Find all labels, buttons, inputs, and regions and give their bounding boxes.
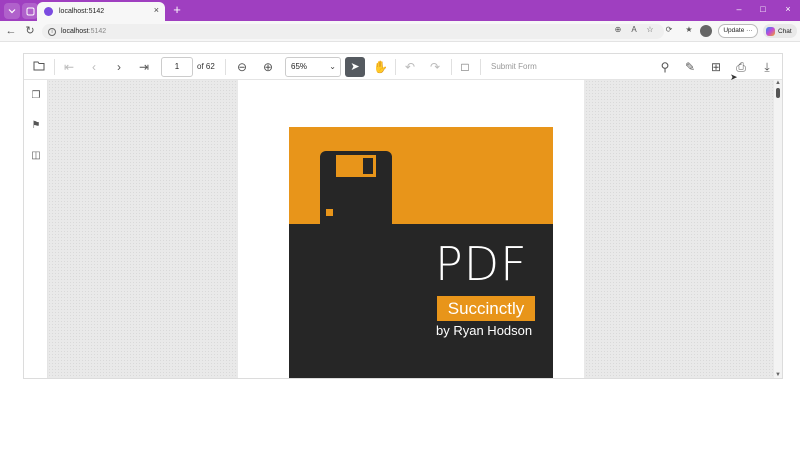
pdf-page: PDF Succinctly by Ryan Hodson bbox=[238, 80, 584, 378]
tab-title: localhost:5142 bbox=[59, 8, 105, 15]
pdf-toolbar: ⇤ ‹ › ⇥ 1 of 62 ⊖ ⊕ 65% ⌄ ➤ ✋ ↶ ↷ □ Subm… bbox=[24, 54, 782, 80]
address-bar[interactable]: i localhost:5142 bbox=[42, 24, 664, 39]
bookmarks-icon[interactable]: ⚑ bbox=[30, 120, 42, 132]
search-icon[interactable]: ⚲ bbox=[658, 60, 672, 74]
site-favicon-icon bbox=[44, 7, 53, 16]
submit-form-button[interactable]: Submit Form bbox=[491, 62, 537, 71]
scroll-up-icon[interactable]: ▲ bbox=[774, 80, 782, 86]
zoom-indicator-icon[interactable]: ⊕ bbox=[613, 25, 623, 35]
address-host: localhost bbox=[61, 28, 89, 35]
tab-actions-button[interactable] bbox=[4, 3, 20, 19]
book-cover: PDF Succinctly by Ryan Hodson bbox=[289, 127, 553, 378]
select-tool-icon[interactable]: ➤ bbox=[345, 57, 365, 77]
update-more-icon: ··· bbox=[746, 27, 753, 34]
read-aloud-icon[interactable]: A bbox=[629, 25, 639, 35]
copilot-icon bbox=[766, 26, 775, 36]
chevron-down-icon bbox=[8, 9, 16, 14]
pan-tool-icon[interactable]: ✋ bbox=[373, 60, 388, 74]
chat-label: Chat bbox=[778, 27, 792, 35]
previous-page-icon[interactable]: ‹ bbox=[87, 60, 101, 74]
cover-series-badge: Succinctly bbox=[437, 296, 535, 321]
pdf-viewer: ⇤ ‹ › ⇥ 1 of 62 ⊖ ⊕ 65% ⌄ ➤ ✋ ↶ ↷ □ Subm… bbox=[23, 53, 783, 379]
scroll-thumb[interactable] bbox=[776, 88, 780, 98]
redo-icon[interactable]: ↷ bbox=[428, 60, 442, 74]
favorite-star-icon[interactable]: ☆ bbox=[645, 25, 655, 35]
workspaces-button[interactable] bbox=[22, 3, 38, 19]
first-page-icon[interactable]: ⇤ bbox=[62, 60, 76, 74]
window-close-button[interactable]: × bbox=[782, 4, 794, 14]
vertical-scrollbar[interactable]: ▲ ▼ bbox=[774, 80, 782, 378]
toolbar-separator bbox=[480, 59, 481, 75]
floppy-disk-icon bbox=[320, 151, 392, 224]
site-info-icon[interactable]: i bbox=[48, 27, 56, 36]
zoom-value: 65% bbox=[291, 62, 308, 71]
tab-close-icon[interactable]: × bbox=[154, 5, 159, 15]
zoom-out-icon[interactable]: ⊖ bbox=[235, 60, 249, 74]
last-page-icon[interactable]: ⇥ bbox=[137, 60, 151, 74]
comment-icon[interactable]: □ bbox=[458, 60, 472, 74]
copilot-chat-button[interactable]: Chat bbox=[763, 24, 797, 38]
browser-tab-active[interactable]: localhost:5142 × bbox=[37, 2, 165, 21]
cover-accent-band bbox=[289, 127, 553, 224]
zoom-select[interactable]: 65% ⌄ bbox=[285, 57, 341, 77]
toolbar-separator bbox=[395, 59, 396, 75]
scroll-down-icon[interactable]: ▼ bbox=[774, 372, 782, 378]
undo-icon[interactable]: ↶ bbox=[403, 60, 417, 74]
update-label: Update bbox=[723, 27, 745, 34]
organize-pages-icon[interactable]: ◫ bbox=[30, 150, 42, 162]
profile-avatar[interactable] bbox=[700, 25, 712, 37]
toolbar-separator bbox=[225, 59, 226, 75]
cover-title: PDF bbox=[435, 237, 528, 291]
floppy-hole bbox=[326, 209, 333, 216]
favorites-icon[interactable]: ★ bbox=[684, 25, 694, 35]
extensions-icon[interactable]: ⟳ bbox=[664, 25, 674, 35]
mouse-cursor-icon: ➤ bbox=[730, 72, 738, 82]
minimize-button[interactable]: – bbox=[733, 4, 745, 14]
page-thumbnails-icon[interactable]: ❐ bbox=[30, 90, 42, 102]
workspaces-icon bbox=[26, 7, 34, 15]
download-icon[interactable]: ⤓ bbox=[760, 60, 774, 74]
next-page-icon[interactable]: › bbox=[112, 60, 126, 74]
page-number-input[interactable]: 1 bbox=[161, 57, 193, 77]
form-designer-icon[interactable]: ⊞ bbox=[709, 60, 723, 74]
toolbar-separator bbox=[54, 59, 55, 75]
chevron-down-icon: ⌄ bbox=[329, 62, 336, 71]
zoom-in-icon[interactable]: ⊕ bbox=[261, 60, 275, 74]
reload-icon[interactable]: ↻ bbox=[24, 25, 36, 37]
maximize-button[interactable]: □ bbox=[757, 4, 769, 14]
page-count-label: of 62 bbox=[197, 62, 215, 71]
new-tab-button[interactable]: + bbox=[170, 3, 184, 17]
floppy-slot bbox=[363, 158, 373, 174]
browser-toolbar: ← ↻ i localhost:5142 ⊕ A ☆ ⟳ ★ Update ··… bbox=[0, 21, 800, 42]
open-file-icon[interactable] bbox=[32, 60, 46, 74]
toolbar-separator bbox=[451, 59, 452, 75]
back-icon[interactable]: ← bbox=[5, 25, 17, 37]
update-button[interactable]: Update ··· bbox=[718, 24, 758, 38]
navigation-sidebar: ❐ ⚑ ◫ bbox=[24, 80, 48, 378]
address-text: localhost:5142 bbox=[61, 28, 106, 35]
browser-tab-strip: localhost:5142 × + – □ × bbox=[0, 0, 800, 21]
document-canvas[interactable]: PDF Succinctly by Ryan Hodson bbox=[48, 80, 774, 378]
floppy-shutter bbox=[336, 155, 376, 177]
address-port: :5142 bbox=[88, 28, 107, 35]
cover-author: by Ryan Hodson bbox=[436, 323, 533, 338]
annotation-icon[interactable]: ✎ bbox=[683, 60, 697, 74]
